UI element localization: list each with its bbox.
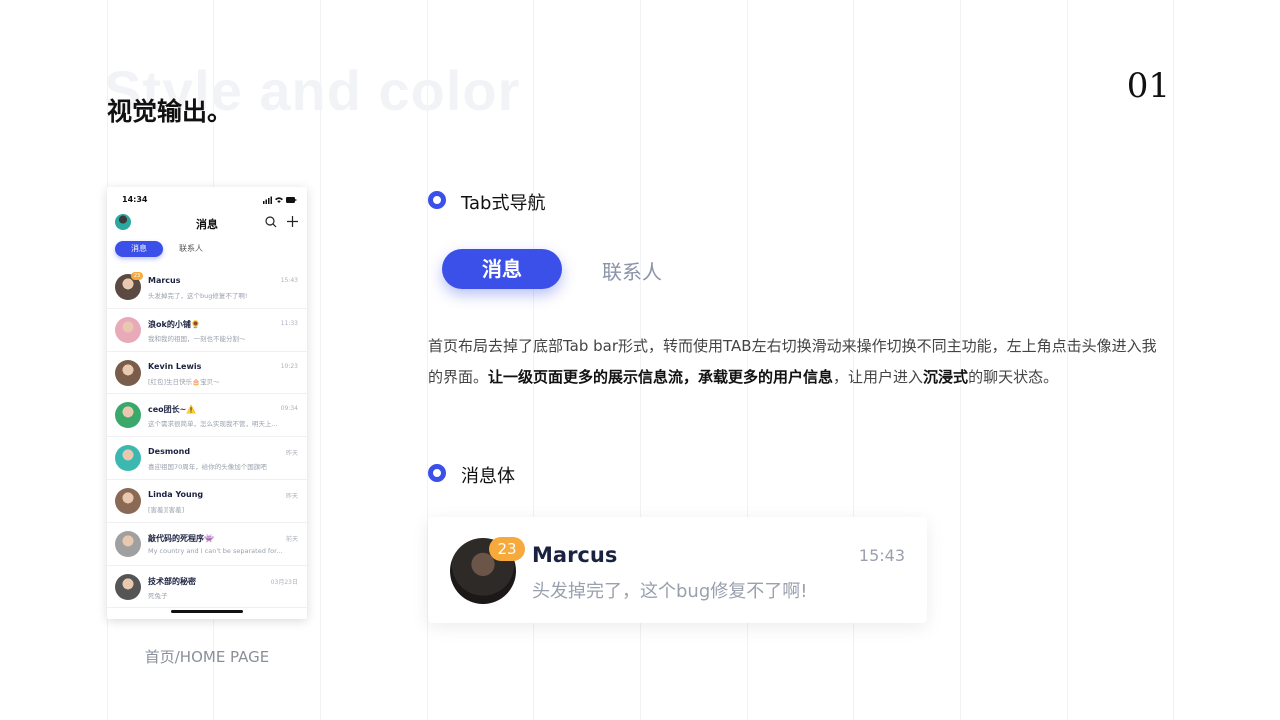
- tab-contacts-large[interactable]: 联系人: [602, 256, 662, 285]
- signal-wifi-battery-icon: [263, 196, 297, 204]
- phone-tabs: 消息 联系人: [107, 241, 307, 259]
- contact-name: Marcus: [148, 276, 181, 285]
- message-time: 15:43: [858, 546, 905, 565]
- avatar: [115, 530, 141, 557]
- message-preview: 头发掉完了，这个bug修复不了啊!: [532, 581, 808, 602]
- conversation-list: 23 Marcus 头发掉完了，这个bug修复不了啊! 15:43 浪ok的小铺🌻 我和我…: [107, 266, 307, 609]
- phone-nav-title: 消息: [196, 218, 218, 231]
- message-preview: 喜迎祖国70周年，给你的头像加个国旗吧: [148, 463, 267, 472]
- message-preview: 我和我的祖国，一刻也不能分割～: [148, 334, 246, 343]
- avatar: [115, 359, 141, 386]
- avatar: [115, 316, 141, 343]
- message-time: 03月23日: [270, 578, 298, 586]
- message-time: 09:34: [280, 405, 298, 413]
- message-time: 10:23: [280, 362, 298, 370]
- tab-messages[interactable]: 消息: [115, 241, 163, 257]
- bullet-icon: [428, 191, 446, 209]
- status-time: 14:34: [122, 195, 148, 204]
- contact-name: 技术部的秘密: [148, 576, 196, 586]
- phone-mockup: 14:34 消息 消息 联系人 23 Marcus 头发掉完了，这个bug修复不了啊…: [107, 187, 307, 619]
- avatar: [115, 487, 141, 514]
- unread-badge: 23: [489, 537, 525, 561]
- list-item[interactable]: 敲代码的死程序👾 My country and I can't be separa…: [107, 523, 307, 566]
- message-time: 昨天: [285, 492, 298, 500]
- message-preview: My country and I can't be separated for.…: [148, 546, 283, 555]
- bullet-icon: [428, 464, 446, 482]
- tab-contacts[interactable]: 联系人: [179, 241, 203, 257]
- contact-name: Kevin Lewis: [148, 361, 202, 371]
- message-time: 11:33: [280, 319, 298, 327]
- unread-badge: 23: [131, 272, 143, 280]
- description: 首页布局去掉了底部Tab bar形式，转而使用TAB左右切换滑动来操作切换不同主…: [428, 337, 1157, 386]
- contact-name: Desmond: [148, 447, 191, 457]
- search-icon[interactable]: [265, 216, 277, 228]
- list-item[interactable]: 23 Marcus 头发掉完了，这个bug修复不了啊! 15:43: [107, 266, 307, 309]
- message-time: 15:43: [280, 277, 298, 284]
- message-preview: [红包]生日快乐🎂宝贝～: [148, 377, 220, 386]
- list-item[interactable]: Desmond 喜迎祖国70周年，给你的头像加个国旗吧 昨天: [107, 437, 307, 480]
- page-number: 01: [1126, 66, 1170, 106]
- message-preview: 死兔子: [148, 591, 168, 600]
- message-preview: [害羞][害羞]: [148, 505, 185, 514]
- list-item[interactable]: 技术部的秘密 死兔子 03月23日: [107, 566, 307, 609]
- plus-icon[interactable]: [286, 215, 299, 228]
- grid-line: [1173, 0, 1174, 720]
- phone-caption: 首页/HOME PAGE: [144, 648, 270, 666]
- contact-name: Marcus: [532, 543, 618, 567]
- section-title: 消息体: [461, 466, 515, 487]
- message-time: 前天: [285, 535, 298, 543]
- list-item[interactable]: ceo团长~⚠️ 这个需求很简单，怎么实现我不管，明天上... 09:34: [107, 394, 307, 438]
- status-bar: 14:34: [107, 187, 307, 213]
- message-time: 昨天: [285, 450, 298, 458]
- tab-messages-large[interactable]: 消息: [442, 249, 562, 289]
- list-item[interactable]: 浪ok的小铺🌻 我和我的祖国，一刻也不能分割～ 11:33: [107, 309, 307, 352]
- message-card[interactable]: 23 Marcus 头发掉完了，这个bug修复不了啊! 15:43: [428, 517, 927, 623]
- message-preview: 这个需求很简单，怎么实现我不管，明天上...: [148, 420, 278, 429]
- home-indicator: [171, 610, 243, 613]
- page-title: 视觉输出。: [107, 97, 233, 126]
- contact-name: 敲代码的死程序👾: [148, 533, 214, 543]
- section-title: Tab式导航: [461, 193, 546, 214]
- avatar: [115, 445, 141, 472]
- message-preview: 头发掉完了，这个bug修复不了啊!: [148, 292, 248, 300]
- list-item[interactable]: Kevin Lewis [红包]生日快乐🎂宝贝～ 10:23: [107, 352, 307, 395]
- avatar: [115, 402, 141, 429]
- contact-name: Linda Young: [148, 489, 204, 499]
- contact-name: ceo团长~⚠️: [148, 405, 197, 415]
- list-item[interactable]: Linda Young [害羞][害羞] 昨天: [107, 480, 307, 523]
- phone-nav-bar: 消息: [107, 213, 307, 235]
- contact-name: 浪ok的小铺🌻: [148, 319, 201, 329]
- avatar: [115, 573, 141, 600]
